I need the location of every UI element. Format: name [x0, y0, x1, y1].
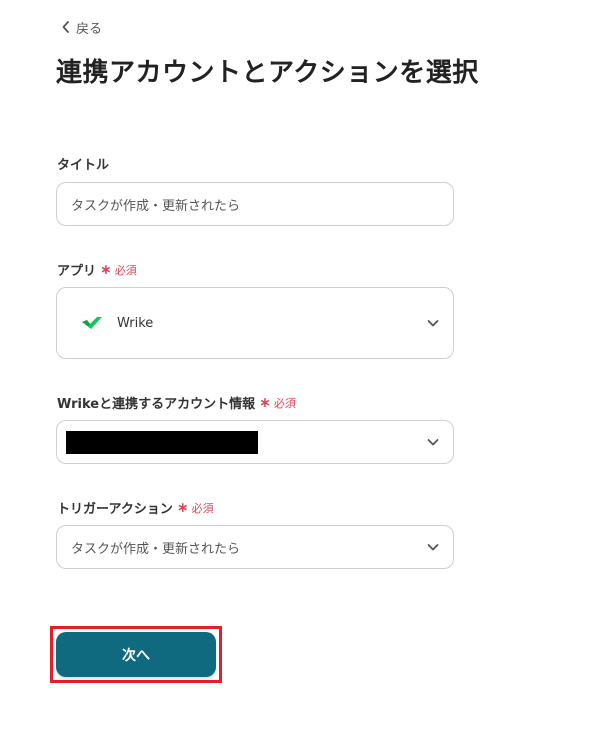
trigger-action-select[interactable]: タスクが作成・更新されたら — [56, 525, 454, 569]
app-selected-value: Wrike — [117, 315, 154, 331]
back-label: 戻る — [76, 21, 103, 37]
trigger-selected-value: タスクが作成・更新されたら — [71, 541, 241, 557]
title-input[interactable] — [57, 196, 453, 212]
required-asterisk-icon: ∗ — [100, 261, 112, 278]
chevron-left-icon — [62, 21, 69, 33]
account-field-label: Wrikeと連携するアカウント情報 ∗ 必須 — [57, 393, 296, 413]
page-title: 連携アカウントとアクションを選択 — [56, 58, 479, 88]
required-asterisk-icon: ∗ — [176, 499, 189, 516]
title-input-box — [56, 182, 454, 226]
trigger-field-label: トリガーアクション ∗ 必須 — [57, 498, 214, 518]
account-select[interactable] — [56, 420, 454, 464]
required-badge: 必須 — [273, 396, 296, 410]
next-button[interactable]: 次へ — [56, 632, 216, 677]
required-asterisk-icon: ∗ — [259, 394, 271, 411]
trigger-label-text: トリガーアクション — [57, 502, 173, 517]
required-badge: 必須 — [191, 501, 214, 515]
redacted-account-value — [66, 430, 258, 454]
wrike-logo-icon — [82, 317, 102, 329]
required-badge: 必須 — [114, 263, 137, 277]
account-label-text: Wrikeと連携するアカウント情報 — [57, 397, 256, 412]
chevron-down-icon — [427, 439, 439, 446]
back-link[interactable]: 戻る — [62, 17, 102, 37]
chevron-down-icon — [427, 544, 439, 551]
chevron-down-icon — [427, 320, 439, 327]
app-field-label: アプリ ∗ 必須 — [57, 260, 137, 280]
app-label-text: アプリ — [57, 264, 97, 279]
title-field-label: タイトル — [57, 154, 109, 173]
title-label-text: タイトル — [57, 158, 110, 173]
app-select[interactable]: Wrike — [56, 287, 454, 359]
